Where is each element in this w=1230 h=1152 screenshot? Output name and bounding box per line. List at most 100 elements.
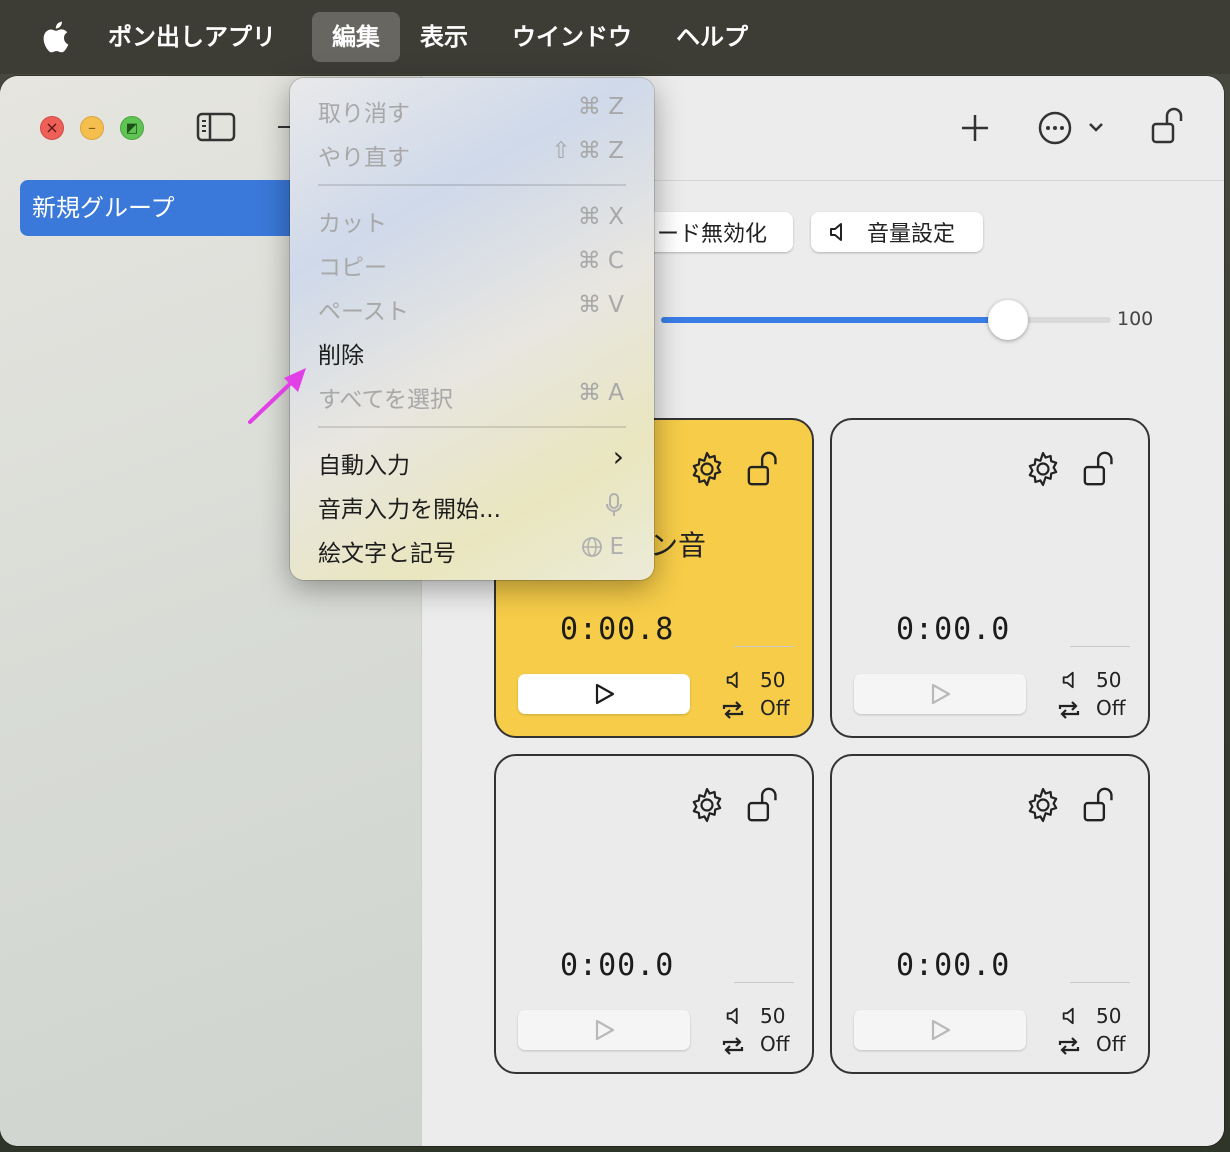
play-button[interactable] <box>518 674 690 714</box>
emoji-label: 絵文字と記号 <box>318 541 456 567</box>
sound-name: ン音 <box>650 529 707 562</box>
card-divider <box>1070 982 1130 983</box>
paste-shortcut: ⌘ V <box>577 292 624 318</box>
unlock-icon[interactable] <box>1082 450 1120 488</box>
card-divider <box>734 982 794 983</box>
more-menu-button[interactable] <box>1035 108 1105 148</box>
card-loop-value: Off <box>760 696 790 720</box>
menu-item-select-all[interactable]: すべてを選択 ⌘ A <box>290 374 654 414</box>
unlock-icon[interactable] <box>746 450 784 488</box>
gear-icon[interactable] <box>688 786 726 824</box>
sound-time: 0:00.8 <box>560 612 675 647</box>
sound-time: 0:00.0 <box>896 948 1011 983</box>
menu-item-autofill[interactable]: 自動入力 › <box>290 440 654 480</box>
select-all-label: すべてを選択 <box>318 387 454 413</box>
cut-shortcut: ⌘ X <box>577 204 624 230</box>
menu-edit[interactable]: 編集 <box>312 12 400 62</box>
card-loop-value: Off <box>1096 696 1126 720</box>
menu-app-name[interactable]: ポン出しアプリ <box>108 12 296 62</box>
play-button[interactable] <box>854 1010 1026 1050</box>
repeat-icon[interactable] <box>720 1036 746 1056</box>
slider-thumb[interactable] <box>987 300 1028 340</box>
repeat-icon[interactable] <box>1056 1036 1082 1056</box>
undo-label: 取り消す <box>318 101 410 127</box>
master-volume-slider[interactable] <box>661 300 1111 340</box>
sound-time: 0:00.0 <box>896 612 1011 647</box>
slider-fill <box>661 317 1008 323</box>
card-divider <box>1070 646 1130 647</box>
card-loop-value: Off <box>1096 1032 1126 1056</box>
unlock-icon[interactable] <box>746 786 784 824</box>
mode-disable-label: ード無効化 <box>657 222 768 247</box>
play-button[interactable] <box>854 674 1026 714</box>
menubar: ポン出しアプリ 編集 表示 ウインドウ ヘルプ <box>0 0 1230 74</box>
card-volume-value: 50 <box>1096 1004 1122 1028</box>
fullscreen-icon: ◩ <box>125 120 139 136</box>
menu-item-undo[interactable]: 取り消す ⌘ Z <box>290 88 654 128</box>
sound-card[interactable]: 0:00.0 50 Off <box>494 754 814 1074</box>
card-loop-value: Off <box>760 1032 790 1056</box>
redo-shortcut: ⇧ ⌘ Z <box>551 138 624 164</box>
menu-view[interactable]: 表示 <box>400 12 488 62</box>
card-volume-value: 50 <box>760 1004 786 1028</box>
play-icon <box>931 1019 951 1041</box>
gear-icon[interactable] <box>688 450 726 488</box>
unlock-icon[interactable] <box>1082 786 1120 824</box>
copy-label: コピー <box>318 255 387 281</box>
repeat-icon[interactable] <box>1056 700 1082 720</box>
menu-item-paste[interactable]: ペースト ⌘ V <box>290 286 654 326</box>
menu-item-dictation[interactable]: 音声入力を開始... <box>290 484 654 524</box>
emoji-shortcut: E <box>581 534 624 560</box>
card-divider <box>734 646 794 647</box>
master-volume-value: 100 <box>1117 308 1154 330</box>
speaker-icon <box>724 1006 744 1026</box>
gear-icon[interactable] <box>1024 450 1062 488</box>
play-icon <box>595 683 615 705</box>
speaker-icon <box>830 223 842 241</box>
unlock-icon[interactable] <box>1149 106 1189 146</box>
redo-label: やり直す <box>318 145 410 171</box>
menu-item-delete[interactable]: 削除 <box>290 330 654 370</box>
menu-item-cut[interactable]: カット ⌘ X <box>290 198 654 238</box>
annotation-arrow-icon <box>248 368 306 424</box>
card-volume-value: 50 <box>1096 668 1122 692</box>
card-volume-value: 50 <box>760 668 786 692</box>
play-button[interactable] <box>518 1010 690 1050</box>
close-icon: × <box>45 118 59 137</box>
emoji-shortcut-key: E <box>609 534 624 560</box>
menu-help[interactable]: ヘルプ <box>656 12 768 62</box>
sidebar-toggle-icon[interactable] <box>196 112 236 142</box>
menu-separator <box>318 426 626 428</box>
autofill-label: 自動入力 <box>318 453 410 479</box>
mode-disable-button[interactable]: ード無効化 <box>641 212 793 252</box>
globe-icon <box>582 537 603 557</box>
paste-label: ペースト <box>318 299 409 325</box>
repeat-icon[interactable] <box>720 700 746 720</box>
apple-logo-icon[interactable] <box>40 20 70 54</box>
copy-shortcut: ⌘ C <box>577 248 624 274</box>
close-button[interactable]: × <box>40 116 64 140</box>
zoom-button[interactable]: ◩ <box>120 116 144 140</box>
minimize-button[interactable]: – <box>80 116 104 140</box>
speaker-icon <box>1060 1006 1080 1026</box>
play-icon <box>595 1019 615 1041</box>
menu-window[interactable]: ウインドウ <box>492 12 652 62</box>
undo-shortcut: ⌘ Z <box>577 94 624 120</box>
ellipsis-circle-icon <box>1038 111 1103 145</box>
delete-label: 削除 <box>318 343 364 369</box>
speaker-icon <box>1060 670 1080 690</box>
minimize-icon: – <box>88 118 96 137</box>
chevron-right-icon: › <box>612 440 624 473</box>
microphone-icon <box>604 492 624 524</box>
gear-icon[interactable] <box>1024 786 1062 824</box>
dictation-label: 音声入力を開始... <box>318 497 501 523</box>
select-all-shortcut: ⌘ A <box>577 380 624 406</box>
plus-icon[interactable] <box>957 110 993 146</box>
menu-item-emoji[interactable]: 絵文字と記号 E <box>290 528 654 568</box>
menu-item-copy[interactable]: コピー ⌘ C <box>290 242 654 282</box>
sound-card[interactable]: 0:00.0 50 Off <box>830 418 1150 738</box>
volume-settings-button[interactable]: 音量設定 <box>811 212 983 252</box>
sound-card[interactable]: 0:00.0 50 Off <box>830 754 1150 1074</box>
volume-settings-label: 音量設定 <box>867 222 956 247</box>
menu-item-redo[interactable]: やり直す ⇧ ⌘ Z <box>290 132 654 172</box>
